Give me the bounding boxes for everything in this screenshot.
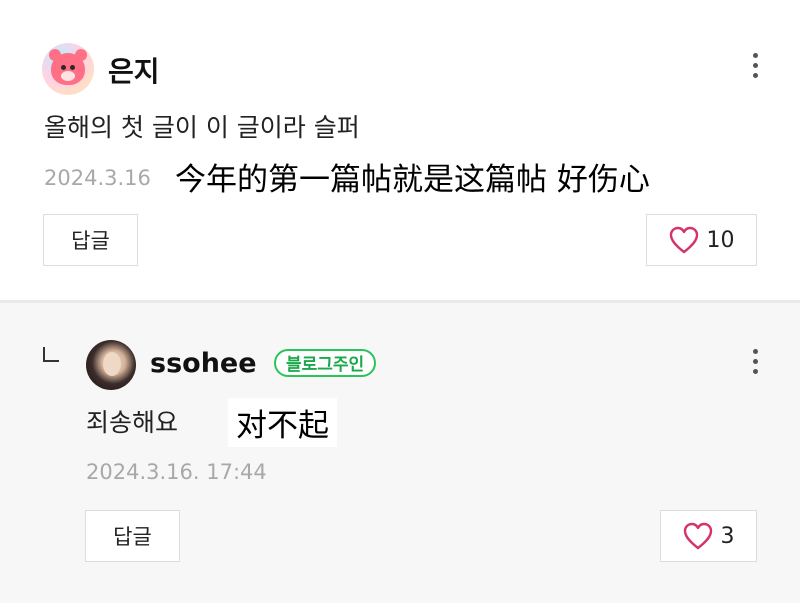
reply-button[interactable]: 답글 <box>43 214 138 266</box>
comment-text: 올해의 첫 글이 이 글이라 슬퍼 <box>44 113 360 142</box>
comment-translation: 今年的第一篇帖就是这篇帖 好伤心 <box>172 154 653 199</box>
like-button[interactable]: 3 <box>660 510 757 562</box>
reply-text: 죄송해요 <box>86 408 179 437</box>
reply-date: 2024.3.16. 17:44 <box>86 460 267 484</box>
user-avatar[interactable] <box>86 340 136 390</box>
like-count: 3 <box>720 523 735 549</box>
comment-date: 2024.3.16 <box>44 166 151 190</box>
reply-button[interactable]: 답글 <box>85 510 180 562</box>
pink-bear-avatar-icon[interactable] <box>42 43 94 95</box>
more-options-icon[interactable] <box>750 349 760 381</box>
reply-indent-icon <box>43 347 59 362</box>
comment-author[interactable]: 은지 <box>108 50 160 90</box>
reply-author[interactable]: ssohee <box>150 348 257 379</box>
comment: 은지 올해의 첫 글이 이 글이라 슬퍼 2024.3.16 今年的第一篇帖就是… <box>0 0 800 300</box>
heart-icon <box>669 226 698 254</box>
more-options-icon[interactable] <box>750 53 760 85</box>
like-button[interactable]: 10 <box>646 214 757 266</box>
heart-icon <box>683 522 712 550</box>
reply-translation: 对不起 <box>228 398 337 447</box>
like-count: 10 <box>706 227 735 253</box>
blog-owner-badge: 블로그주인 <box>274 349 377 377</box>
